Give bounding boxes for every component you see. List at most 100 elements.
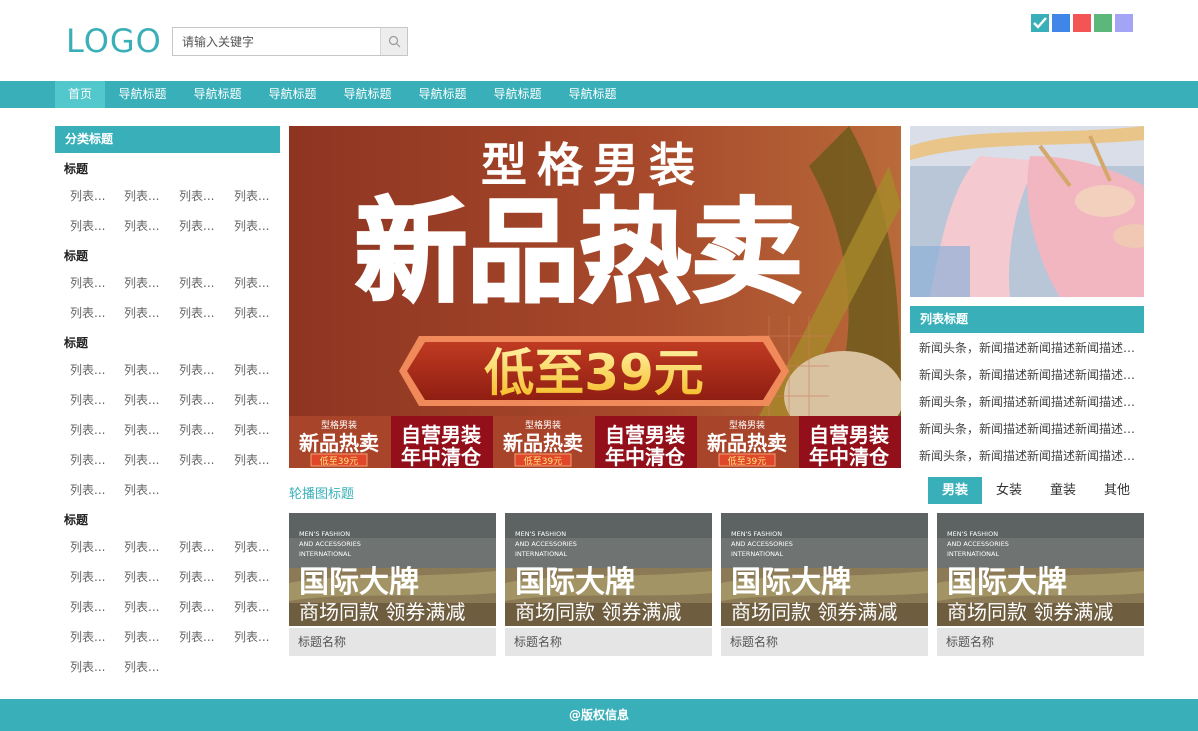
nav-item[interactable]: 导航标题 <box>555 81 630 108</box>
news-item[interactable]: 新闻头条，新闻描述新闻描述新闻描述新闻描述新闻描述 <box>919 339 1137 356</box>
card-english-line: AND ACCESSORIES <box>947 540 1009 548</box>
product-image[interactable]: MEN'S FASHION AND ACCESSORIES INTERNATIONA… <box>505 513 712 626</box>
theme-swatch-blue[interactable] <box>1052 14 1070 32</box>
sidebar-list-link[interactable]: 列表... <box>179 568 214 585</box>
product-image[interactable]: MEN'S FASHION AND ACCESSORIES INTERNATIONA… <box>721 513 928 626</box>
sidebar-list-link[interactable]: 列表... <box>70 361 105 378</box>
sidebar-list-link[interactable]: 列表... <box>234 628 269 645</box>
nav-item[interactable]: 导航标题 <box>480 81 555 108</box>
strip-side-text-1: 自营男装 <box>809 423 889 447</box>
product-title[interactable]: 标题名称 <box>937 628 1144 656</box>
sidebar-list-link[interactable]: 列表... <box>124 304 159 321</box>
sidebar-list-link[interactable]: 列表... <box>179 274 214 291</box>
sidebar-list-link[interactable]: 列表... <box>234 421 269 438</box>
news-item[interactable]: 新闻头条，新闻描述新闻描述新闻描述新闻描述新闻描述 <box>919 420 1137 437</box>
sidebar-list-link[interactable]: 列表... <box>70 568 105 585</box>
sidebar-list-link[interactable]: 列表... <box>179 187 214 204</box>
sidebar-list-link[interactable]: 列表... <box>124 481 159 498</box>
logo[interactable]: LOGO <box>66 22 162 60</box>
sidebar-list-link[interactable]: 列表... <box>124 598 159 615</box>
sidebar-list-link[interactable]: 列表... <box>179 217 214 234</box>
sidebar-list-link[interactable]: 列表... <box>70 538 105 555</box>
search-button[interactable] <box>380 28 407 55</box>
sidebar-list-link[interactable]: 列表... <box>234 304 269 321</box>
sidebar-list-link[interactable]: 列表... <box>179 361 214 378</box>
sidebar-list-link[interactable]: 列表... <box>70 304 105 321</box>
card-english-line: MEN'S FASHION <box>515 530 566 538</box>
sidebar-list-link[interactable]: 列表... <box>179 421 214 438</box>
sidebar-list-link[interactable]: 列表... <box>234 391 269 408</box>
sidebar-list-link[interactable]: 列表... <box>124 628 159 645</box>
sidebar-list-link[interactable]: 列表... <box>234 598 269 615</box>
sidebar-list-link[interactable]: 列表... <box>234 568 269 585</box>
strip-headline: 新品热卖 <box>707 431 787 455</box>
product-card[interactable]: MEN'S FASHION AND ACCESSORIES INTERNATIONA… <box>289 513 496 656</box>
sidebar-list-link[interactable]: 列表... <box>234 451 269 468</box>
sidebar-list-link[interactable]: 列表... <box>70 628 105 645</box>
sidebar-list-link[interactable]: 列表... <box>70 274 105 291</box>
product-image[interactable]: MEN'S FASHION AND ACCESSORIES INTERNATIONA… <box>289 513 496 626</box>
category-tab[interactable]: 其他 <box>1090 477 1144 504</box>
product-title[interactable]: 标题名称 <box>505 628 712 656</box>
product-card[interactable]: MEN'S FASHION AND ACCESSORIES INTERNATIONA… <box>505 513 712 656</box>
sidebar-list-link[interactable]: 列表... <box>234 538 269 555</box>
sidebar-list-link[interactable]: 列表... <box>179 304 214 321</box>
product-card[interactable]: MEN'S FASHION AND ACCESSORIES INTERNATIONA… <box>937 513 1144 656</box>
nav-item[interactable]: 导航标题 <box>255 81 330 108</box>
sidebar-list-link[interactable]: 列表... <box>124 538 159 555</box>
sidebar-list-link[interactable]: 列表... <box>124 451 159 468</box>
sidebar-list-link[interactable]: 列表... <box>70 421 105 438</box>
sidebar-group-title: 标题 <box>64 162 89 176</box>
nav-item[interactable]: 导航标题 <box>405 81 480 108</box>
sidebar-list-link[interactable]: 列表... <box>234 217 269 234</box>
sidebar-list-link[interactable]: 列表... <box>179 538 214 555</box>
sidebar-list-link[interactable]: 列表... <box>179 628 214 645</box>
news-item[interactable]: 新闻头条，新闻描述新闻描述新闻描述新闻描述新闻描述 <box>919 447 1137 464</box>
theme-swatch-green[interactable] <box>1094 14 1112 32</box>
sidebar-list-link[interactable]: 列表... <box>124 391 159 408</box>
sidebar-list-link[interactable]: 列表... <box>70 658 105 675</box>
card-subline: 商场同款 领券满减 <box>515 600 681 624</box>
sidebar-list-link[interactable]: 列表... <box>124 274 159 291</box>
sidebar-list-link[interactable]: 列表... <box>179 451 214 468</box>
nav-item[interactable]: 导航标题 <box>330 81 405 108</box>
category-tab[interactable]: 女装 <box>982 477 1036 504</box>
product-title[interactable]: 标题名称 <box>721 628 928 656</box>
sidebar-group-title: 标题 <box>64 249 89 263</box>
theme-swatch-purple[interactable] <box>1115 14 1133 32</box>
sidebar-list-link[interactable]: 列表... <box>70 391 105 408</box>
sidebar-list-link[interactable]: 列表... <box>234 274 269 291</box>
carousel-title: 轮播图标题 <box>289 487 355 502</box>
product-title[interactable]: 标题名称 <box>289 628 496 656</box>
sidebar-list-link[interactable]: 列表... <box>70 217 105 234</box>
sidebar-list-link[interactable]: 列表... <box>70 451 105 468</box>
sidebar-list-link[interactable]: 列表... <box>124 421 159 438</box>
sidebar-list-link[interactable]: 列表... <box>124 361 159 378</box>
sidebar-list-link[interactable]: 列表... <box>179 391 214 408</box>
card-english-line: AND ACCESSORIES <box>299 540 361 548</box>
main-banner[interactable]: 型格男装 新品热卖 低至39元 型格男装 新品热卖 低至39元 自营男装 年中清仓 型格男… <box>289 126 901 468</box>
search-input[interactable] <box>173 28 381 55</box>
news-item[interactable]: 新闻头条，新闻描述新闻描述新闻描述新闻描述新闻描述 <box>919 393 1137 410</box>
side-image[interactable] <box>910 126 1144 297</box>
sidebar-list-link[interactable]: 列表... <box>124 658 159 675</box>
nav-item[interactable]: 导航标题 <box>180 81 255 108</box>
sidebar-list-link[interactable]: 列表... <box>124 217 159 234</box>
sidebar-list-link[interactable]: 列表... <box>70 187 105 204</box>
sidebar-list-link[interactable]: 列表... <box>124 568 159 585</box>
theme-swatch-teal[interactable] <box>1031 14 1049 32</box>
category-tab[interactable]: 童装 <box>1036 477 1090 504</box>
theme-swatch-red[interactable] <box>1073 14 1091 32</box>
category-tab[interactable]: 男装 <box>928 477 982 504</box>
sidebar-list-link[interactable]: 列表... <box>70 598 105 615</box>
nav-item-home[interactable]: 首页 <box>55 81 105 108</box>
sidebar-list-link[interactable]: 列表... <box>70 481 105 498</box>
sidebar-list-link[interactable]: 列表... <box>179 598 214 615</box>
sidebar-list-link[interactable]: 列表... <box>234 361 269 378</box>
sidebar-list-link[interactable]: 列表... <box>124 187 159 204</box>
news-item[interactable]: 新闻头条，新闻描述新闻描述新闻描述新闻描述新闻描述 <box>919 366 1137 383</box>
product-card[interactable]: MEN'S FASHION AND ACCESSORIES INTERNATIONA… <box>721 513 928 656</box>
sidebar-list-link[interactable]: 列表... <box>234 187 269 204</box>
product-image[interactable]: MEN'S FASHION AND ACCESSORIES INTERNATIONA… <box>937 513 1144 626</box>
nav-item[interactable]: 导航标题 <box>105 81 180 108</box>
